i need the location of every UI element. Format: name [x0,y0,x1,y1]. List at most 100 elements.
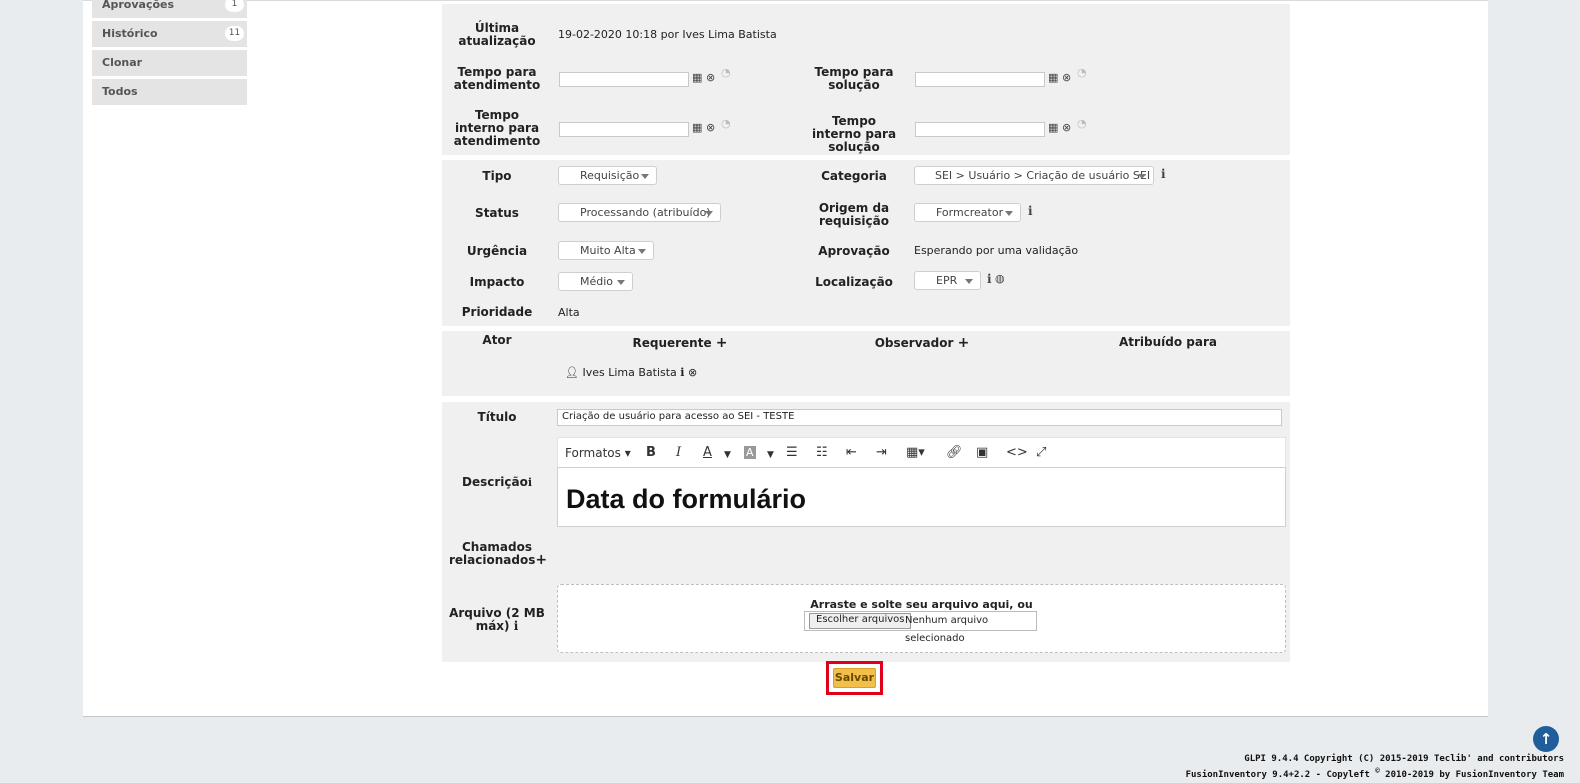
calendar-icon[interactable]: ▦ [692,72,702,84]
tab-historico[interactable]: Histórico 11 [92,21,247,47]
tab-aprovacoes[interactable]: Aprovações 1 [92,0,247,18]
globe-icon[interactable]: ◍ [995,273,1005,285]
choose-files-button[interactable]: Escolher arquivos [809,613,912,629]
urgencia-select[interactable]: Muito Alta [558,241,654,260]
select-value: EPR [936,274,958,287]
tab-label: Todos [102,85,138,98]
tipo-select[interactable]: Requisição [558,166,657,185]
remove-icon[interactable]: ⊗ [688,366,697,379]
info-icon[interactable]: i [1028,204,1033,218]
user-icon: 👤︎ [565,366,579,379]
bullet-list-icon[interactable]: ☰ [786,445,798,461]
numbered-list-icon[interactable]: ☷ [816,445,828,461]
status-label: Status [475,206,519,220]
add-observer-icon[interactable]: + [958,335,970,351]
info-icon[interactable]: i [528,476,532,489]
actor-label: Ator [482,333,512,347]
select-value: Formcreator [936,206,1004,219]
description-editor[interactable]: Data do formulário [557,467,1286,527]
outdent-icon[interactable]: ⇤ [846,445,857,461]
origem-select[interactable]: Formcreator [914,203,1021,222]
chevron-down-icon [617,280,625,285]
editor-toolbar: Formatos ▾ B I A ▼ A ▼ ☰ ☷ ⇤ ⇥ ▦▾ 🔗︎ ▣ <… [557,437,1286,467]
tta-label: Tempo para atendimento [453,65,541,92]
localizacao-label: Localização [815,275,893,289]
text-color-icon[interactable]: A [703,445,712,461]
linked-text: Chamados relacionados [449,540,536,567]
fullscreen-icon[interactable]: ⤢ [1036,445,1046,461]
last-update-value: 19-02-2020 10:18 por Ives Lima Batista [558,28,777,41]
localizacao-select[interactable]: EPR [914,271,981,290]
status-select[interactable]: Processando (atribuído) [558,203,721,222]
categoria-select[interactable]: SEI > Usuário > Criação de usuário SEI [914,166,1154,185]
info-icon[interactable]: i [1161,167,1166,181]
requester-name[interactable]: Ives Lima Batista [582,366,676,379]
clear-icon[interactable]: ⊗ [706,72,715,84]
bold-icon[interactable]: B [646,445,656,461]
italic-icon[interactable]: I [676,445,681,461]
tab-label: Clonar [102,56,143,69]
save-button[interactable]: Salvar [833,668,876,688]
last-update-label: Última atualização [458,21,536,48]
tab-label: Histórico [102,27,158,40]
select-value: SEI > Usuário > Criação de usuário SEI [935,169,1151,182]
info-icon[interactable]: i [514,619,519,633]
add-requester-icon[interactable]: + [716,335,728,351]
info-icon[interactable]: i [680,366,684,379]
table-icon[interactable]: ▦▾ [906,445,925,461]
formats-dropdown[interactable]: Formatos ▾ [565,445,631,461]
background-color-icon[interactable]: A [744,446,756,459]
arrow-up-icon: ↑ [1539,730,1553,748]
select-value: Requisição [580,169,640,182]
drop-text: Arraste e solte seu arquivo aqui, ou [810,598,1033,611]
prioridade-label: Prioridade [461,305,533,319]
clock-icon: ◔ [1077,117,1087,130]
internal-tta-date-input[interactable] [559,122,689,137]
select-value: Médio [580,275,614,288]
internal-ttr-date-input[interactable] [915,122,1045,137]
requester-label: Requerente [632,336,712,350]
image-icon[interactable]: ▣ [976,445,988,461]
description-text: Descrição [461,475,528,489]
chevron-down-icon[interactable]: ▼ [724,447,731,463]
info-icon[interactable]: i [987,272,992,286]
requester-entry: 👤︎ Ives Lima Batista i ⊗ [565,366,697,379]
aprovacao-value: Esperando por uma validação [914,244,1079,257]
file-input[interactable]: Escolher arquivos Nenhum arquivo selecio… [804,611,1037,644]
internal-ttr-label: Tempo interno para solução [811,114,897,154]
origem-label: Origem da requisição [818,201,890,228]
title-label: Título [477,410,517,424]
clock-icon: ◔ [721,66,731,79]
editor-heading: Data do formulário [566,484,807,514]
description-label: Descriçãoi [452,475,542,490]
tab-todos[interactable]: Todos [92,79,247,105]
add-linked-icon[interactable]: + [535,552,547,568]
clear-icon[interactable]: ⊗ [1062,122,1071,134]
footer-suffix: 2010-2019 by FusionInventory Team [1379,770,1564,780]
indent-icon[interactable]: ⇥ [876,445,887,461]
tta-date-input[interactable] [559,72,689,87]
chevron-down-icon[interactable]: ▼ [767,447,774,463]
tab-count: 1 [225,0,244,12]
calendar-icon[interactable]: ▦ [1048,122,1058,134]
scroll-top-button[interactable]: ↑ [1533,726,1559,752]
link-icon[interactable]: 🔗︎ [946,445,963,461]
clear-icon[interactable]: ⊗ [706,122,715,134]
tab-label: Aprovações [102,0,175,11]
ttr-date-input[interactable] [915,72,1045,87]
calendar-icon[interactable]: ▦ [1048,72,1058,84]
title-input[interactable]: Criação de usuário para acesso ao SEI - … [557,409,1282,426]
observer-header: Observador + [802,335,1042,351]
file-dropzone[interactable]: Arraste e solte seu arquivo aqui, ou Esc… [557,584,1286,653]
requester-header: Requerente + [560,335,800,351]
impacto-select[interactable]: Médio [558,272,633,291]
chevron-down-icon [965,279,973,284]
clock-icon: ◔ [721,117,731,130]
code-icon[interactable]: <> [1006,445,1028,461]
tab-clonar[interactable]: Clonar [92,50,247,76]
chevron-down-icon [641,174,649,179]
calendar-icon[interactable]: ▦ [692,122,702,134]
clear-icon[interactable]: ⊗ [1062,72,1071,84]
impacto-label: Impacto [469,275,525,289]
select-value: Processando (atribuído) [580,206,711,219]
